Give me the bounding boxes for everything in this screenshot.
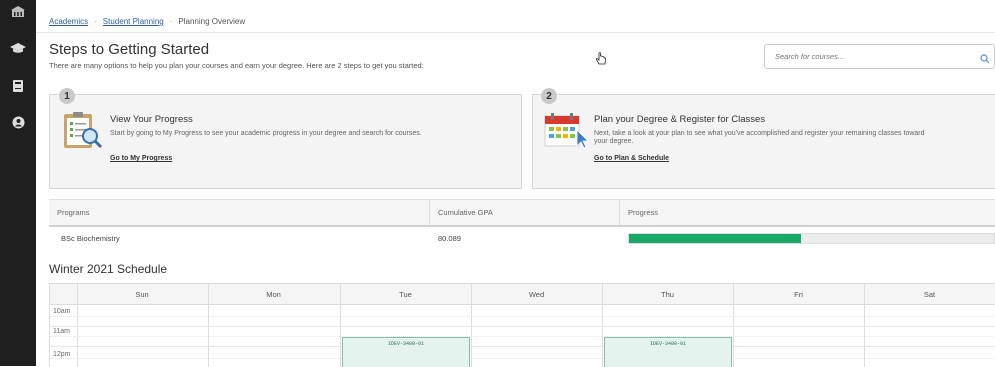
grid-line xyxy=(50,336,995,337)
day-header-thu: Thu xyxy=(661,290,674,299)
hand-cursor-icon xyxy=(595,52,607,69)
go-to-my-progress-link[interactable]: Go to My Progress xyxy=(110,155,172,162)
day-header-wed: Wed xyxy=(528,290,545,299)
header-divider xyxy=(36,32,995,33)
column-divider xyxy=(619,200,620,225)
column-header-progress: Progress xyxy=(628,208,659,217)
go-to-plan-schedule-link[interactable]: Go to Plan & Schedule xyxy=(594,155,669,162)
program-name: BSc Biochemistry xyxy=(61,234,120,243)
search-icon[interactable] xyxy=(980,51,990,69)
grid-line xyxy=(50,358,995,359)
table-header: Programs Cumulative GPA Progress xyxy=(49,200,995,227)
step-number-badge: 1 xyxy=(59,88,75,104)
breadcrumb-current: Planning Overview xyxy=(178,17,246,26)
grid-line xyxy=(50,316,995,317)
progress-bar-fill xyxy=(629,234,801,243)
grid-line xyxy=(50,326,995,327)
breadcrumb-student-planning[interactable]: Student Planning xyxy=(103,17,164,26)
page-subtitle: There are many options to help you plan … xyxy=(49,61,424,70)
time-label: 12pm xyxy=(53,351,71,358)
step-title: Plan your Degree & Register for Classes xyxy=(594,114,766,125)
step-description: Next, take a look at your plan to see wh… xyxy=(594,130,925,145)
day-header-sun: Sun xyxy=(135,290,149,299)
search-input[interactable] xyxy=(773,51,967,62)
breadcrumb-separator: · xyxy=(94,17,97,26)
clipboard-magnifier-icon xyxy=(62,110,104,155)
building-icon[interactable] xyxy=(8,2,28,22)
course-event-tue[interactable]: IDEV-3400-01 xyxy=(342,337,470,367)
day-header-mon: Mon xyxy=(266,290,281,299)
course-event-thu[interactable]: IDEV-3400-01 xyxy=(604,337,732,367)
schedule-title: Winter 2021 Schedule xyxy=(49,262,168,276)
calendar-header: Sun Mon Tue Wed Thu Fri Sat xyxy=(50,284,995,305)
course-search xyxy=(764,44,995,69)
schedule-calendar: Sun Mon Tue Wed Thu Fri Sat 10am 11am 12… xyxy=(49,283,995,367)
day-header-tue: Tue xyxy=(399,290,412,299)
step-title: View Your Progress xyxy=(110,114,193,125)
sidebar xyxy=(0,0,36,366)
book-icon[interactable] xyxy=(8,76,28,96)
breadcrumb: Academics · Student Planning · Planning Over… xyxy=(49,17,245,26)
day-header-sat: Sat xyxy=(923,290,936,299)
time-label: 11am xyxy=(53,328,70,335)
time-label: 10am xyxy=(53,308,71,315)
step-description: Start by going to My Progress to see you… xyxy=(110,130,422,137)
day-header-fri: Fri xyxy=(794,290,803,299)
grid-line xyxy=(50,346,995,347)
cumulative-gpa: 80.089 xyxy=(438,234,461,243)
page-title: Steps to Getting Started xyxy=(49,41,210,58)
calendar-cursor-icon xyxy=(543,110,589,155)
column-divider xyxy=(429,200,430,225)
progress-bar xyxy=(628,233,995,244)
step-number-badge: 2 xyxy=(541,88,557,104)
column-header-programs: Programs xyxy=(57,208,90,217)
user-circle-icon[interactable] xyxy=(8,112,28,132)
column-header-gpa: Cumulative GPA xyxy=(438,208,493,217)
breadcrumb-academics[interactable]: Academics xyxy=(49,17,88,26)
graduation-cap-icon[interactable] xyxy=(8,38,28,58)
step-card-progress xyxy=(49,94,522,189)
programs-table: Programs Cumulative GPA Progress BSc Bio… xyxy=(49,199,995,254)
breadcrumb-separator: · xyxy=(169,17,173,26)
